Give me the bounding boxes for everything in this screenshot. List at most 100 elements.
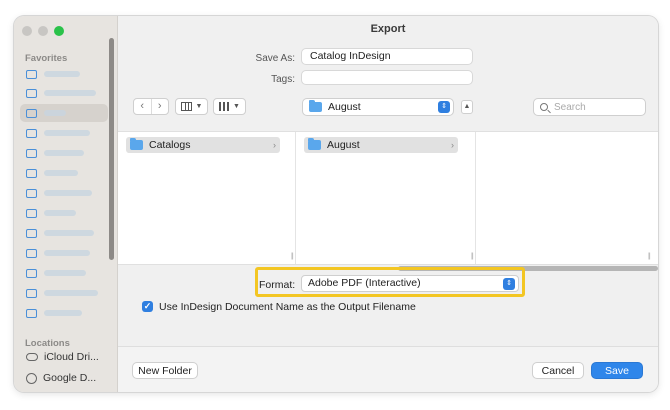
- dropdown-stepper-icon: ⇕: [503, 278, 515, 290]
- format-dropdown[interactable]: Adobe PDF (Interactive) ⇕: [301, 275, 519, 292]
- sidebar-item[interactable]: [20, 264, 108, 282]
- sidebar: Favorites Locations iCloud Dri... Google…: [14, 16, 118, 392]
- blurred-label: [44, 270, 86, 276]
- blurred-label: [44, 310, 82, 316]
- blurred-label: [44, 290, 98, 296]
- chevron-right-icon: ›: [451, 140, 454, 150]
- film-icon: [26, 168, 37, 178]
- chevron-down-icon: ▼: [233, 103, 240, 110]
- window-controls: [22, 26, 64, 36]
- sidebar-item[interactable]: [20, 65, 108, 83]
- forward-button[interactable]: ›: [152, 99, 169, 114]
- export-dialog: Favorites Locations iCloud Dri... Google…: [14, 16, 658, 392]
- drive-icon: [26, 372, 37, 384]
- sidebar-item[interactable]: [20, 244, 108, 262]
- blurred-label: [44, 230, 94, 236]
- column-resize-handle[interactable]: ||: [648, 253, 650, 260]
- folder-icon: [309, 100, 322, 112]
- sidebar-item-google-drive[interactable]: Google D...: [20, 369, 108, 387]
- minimize-window-button[interactable]: [38, 26, 48, 36]
- sidebar-item[interactable]: [20, 144, 108, 162]
- blurred-label: [44, 110, 66, 116]
- sidebar-item[interactable]: [20, 164, 108, 182]
- chevron-down-icon: ▼: [195, 103, 203, 110]
- sidebar-item[interactable]: [20, 124, 108, 142]
- list-item-label: August: [327, 139, 360, 151]
- folder-icon: [26, 69, 37, 79]
- document-icon: [26, 268, 37, 278]
- sidebar-item[interactable]: [20, 184, 108, 202]
- sidebar-item-icloud[interactable]: iCloud Dri...: [20, 348, 108, 366]
- cancel-button[interactable]: Cancel: [532, 362, 584, 379]
- dialog-footer: New Folder Cancel Save: [118, 346, 658, 392]
- sidebar-item[interactable]: [20, 304, 108, 322]
- sidebar-item[interactable]: [20, 284, 108, 302]
- sidebar-item-selected[interactable]: [20, 104, 108, 122]
- use-document-name-checkbox[interactable]: ✓: [142, 301, 153, 312]
- use-document-name-label: Use InDesign Document Name as the Output…: [159, 301, 416, 313]
- dialog-title: Export: [370, 23, 406, 35]
- cloud-icon: [26, 353, 38, 361]
- close-window-button[interactable]: [22, 26, 32, 36]
- desktop-icon: [26, 148, 37, 158]
- file-browser: Catalogs › || August › || ||: [118, 131, 658, 265]
- dropdown-stepper-icon: ⇕: [438, 101, 450, 113]
- drive-icon: [26, 288, 37, 298]
- sidebar-item-label: iCloud Dri...: [44, 351, 99, 363]
- zoom-window-button[interactable]: [54, 26, 64, 36]
- back-button[interactable]: ‹: [134, 99, 152, 114]
- sidebar-item[interactable]: [20, 204, 108, 222]
- blurred-label: [44, 210, 76, 216]
- new-folder-button[interactable]: New Folder: [132, 362, 198, 379]
- view-columns-button[interactable]: ▼: [175, 98, 208, 115]
- browser-column: August › ||: [296, 132, 476, 264]
- column-resize-handle[interactable]: ||: [291, 253, 293, 260]
- browser-column: Catalogs › ||: [118, 132, 296, 264]
- columns-view-icon: [180, 102, 192, 111]
- blurred-label: [44, 71, 80, 77]
- blurred-label: [44, 190, 92, 196]
- download-icon: [26, 248, 37, 258]
- location-value: August: [328, 101, 361, 113]
- blurred-label: [44, 170, 78, 176]
- folder-icon: [26, 188, 37, 198]
- group-by-button[interactable]: ▼: [213, 98, 246, 115]
- blurred-label: [44, 130, 90, 136]
- format-label: Format:: [259, 279, 296, 291]
- blurred-label: [44, 250, 90, 256]
- format-value: Adobe PDF (Interactive): [308, 277, 421, 289]
- folder-icon: [26, 108, 37, 118]
- expand-collapse-button[interactable]: ▲: [461, 100, 473, 114]
- list-item-label: Catalogs: [149, 139, 191, 151]
- search-field[interactable]: Search: [533, 98, 646, 116]
- grid-icon: [219, 102, 230, 111]
- sidebar-item[interactable]: [20, 224, 108, 242]
- main-panel: Export Save As: Catalog InDesign Tags: ‹…: [118, 16, 658, 392]
- folder-icon: [26, 208, 37, 218]
- save-as-label: Save As:: [255, 53, 295, 64]
- folder-icon: [130, 138, 143, 150]
- sidebar-item[interactable]: [20, 84, 108, 102]
- tags-field[interactable]: [301, 70, 473, 85]
- tags-label: Tags:: [271, 74, 295, 85]
- list-item-august[interactable]: August ›: [304, 137, 458, 153]
- save-button[interactable]: Save: [591, 362, 643, 379]
- folder-icon: [26, 88, 37, 98]
- favorites-heading: Favorites: [25, 53, 68, 64]
- document-icon: [26, 228, 37, 238]
- column-resize-handle[interactable]: ||: [471, 253, 473, 260]
- search-icon: [540, 103, 548, 111]
- folder-icon: [308, 138, 321, 150]
- sidebar-item-label: Google D...: [43, 372, 97, 384]
- blurred-label: [44, 150, 84, 156]
- sidebar-scrollbar[interactable]: [109, 38, 114, 260]
- folder-icon: [26, 308, 37, 318]
- folder-icon: [26, 128, 37, 138]
- search-placeholder: Search: [554, 101, 586, 113]
- list-item-catalogs[interactable]: Catalogs ›: [126, 137, 280, 153]
- location-dropdown[interactable]: August ⇕: [302, 98, 454, 116]
- blurred-label: [44, 90, 96, 96]
- browser-column: ||: [476, 132, 658, 264]
- save-as-field[interactable]: Catalog InDesign: [301, 48, 473, 65]
- chevron-right-icon: ›: [273, 140, 276, 150]
